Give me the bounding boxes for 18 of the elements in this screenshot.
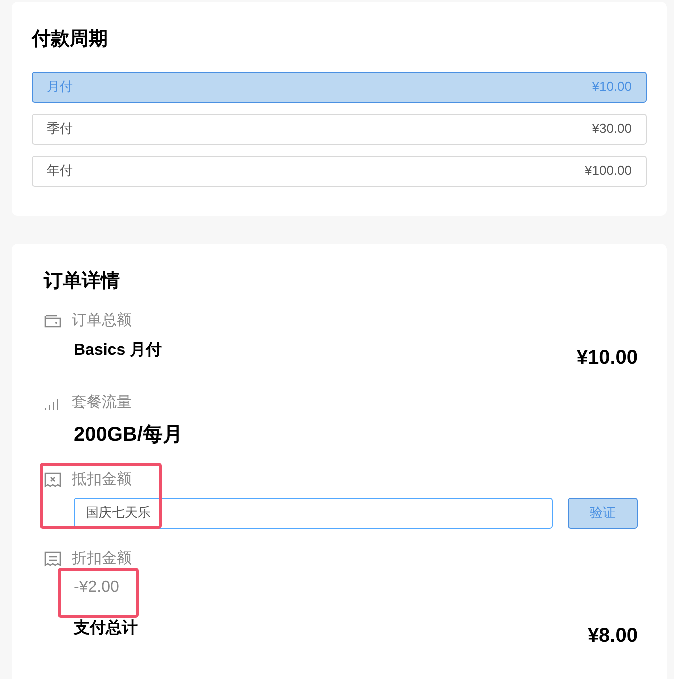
amount-value: ¥10.00 <box>576 346 638 370</box>
discount-value: -¥2.00 <box>74 579 120 596</box>
total-label: 支付总计 <box>74 618 138 639</box>
billing-option[interactable]: 年付 ¥100.00 <box>32 156 647 186</box>
receipt-icon <box>44 550 62 567</box>
plan-name: Basics 月付 <box>74 340 162 360</box>
billing-option[interactable]: 季付 ¥30.00 <box>32 114 647 144</box>
item-label: 抵扣金额 <box>72 470 132 490</box>
wallet-icon <box>44 313 62 330</box>
item-label: 套餐流量 <box>72 392 132 412</box>
section-title: 订单详情 <box>44 270 121 294</box>
item-label: 订单总额 <box>72 311 132 331</box>
item-label: 折扣金额 <box>72 548 132 568</box>
traffic-value: 200GB/每月 <box>74 424 183 446</box>
section-title: 付款周期 <box>32 28 109 52</box>
coupon-icon <box>44 472 62 488</box>
total-value: ¥8.00 <box>588 624 638 649</box>
coupon-field[interactable]: 国庆七天乐 <box>74 498 553 528</box>
